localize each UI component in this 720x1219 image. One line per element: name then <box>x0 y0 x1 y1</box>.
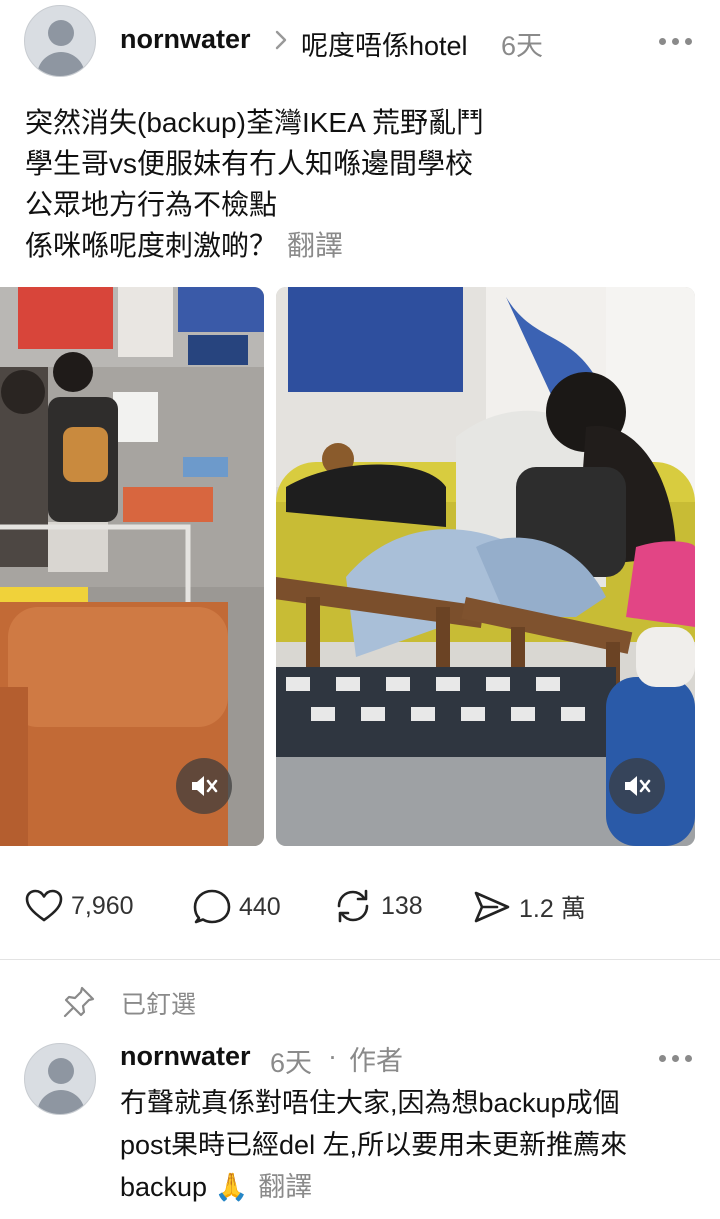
chevron-right-icon <box>274 28 288 57</box>
post-body: 突然消失(backup)荃灣IKEA 荒野亂鬥 學生哥vs便服妹有冇人知喺邊間學… <box>25 102 705 266</box>
send-icon <box>474 891 510 923</box>
mute-toggle-button[interactable] <box>176 758 232 814</box>
more-options-icon[interactable] <box>659 38 692 45</box>
share-button[interactable]: 1.2 萬 <box>473 889 586 925</box>
avatar[interactable] <box>24 1043 96 1115</box>
pray-emoji: 🙏 <box>214 1172 249 1202</box>
mute-icon <box>625 776 651 796</box>
reply-username[interactable]: nornwater <box>120 1041 251 1072</box>
reply-line: 冇聲就真係對唔住大家,因為想backup成個 <box>120 1088 620 1118</box>
repost-button[interactable]: 138 <box>333 888 423 924</box>
pinned-label: 已釘選 <box>121 991 197 1019</box>
community-name[interactable]: 呢度唔係hotel <box>301 24 468 63</box>
reply-line: backup <box>120 1172 208 1202</box>
video-thumbnail-2[interactable] <box>276 287 695 846</box>
mute-toggle-button[interactable] <box>609 758 665 814</box>
comment-count: 440 <box>239 892 281 921</box>
repost-icon <box>337 889 369 923</box>
separator-dot: · <box>328 1041 337 1071</box>
mute-icon <box>192 776 218 796</box>
repost-count: 138 <box>381 891 423 920</box>
comment-button[interactable]: 440 <box>193 889 281 925</box>
translate-link[interactable]: 翻譯 <box>287 230 343 261</box>
comment-icon <box>193 889 231 924</box>
like-count: 7,960 <box>71 891 134 920</box>
share-count: 1.2 萬 <box>519 895 586 923</box>
post-line: 係咪喺呢度刺激啲？ <box>25 230 278 261</box>
reply-line: post果時已經del 左,所以要用未更新推薦來 <box>120 1130 628 1160</box>
translate-link[interactable]: 翻譯 <box>258 1172 312 1202</box>
video-thumbnail-1[interactable] <box>0 287 264 846</box>
heart-icon <box>25 889 63 922</box>
author-badge: 作者 <box>349 1046 403 1076</box>
post-time: 6天 <box>501 31 544 61</box>
post-line: 突然消失(backup)荃灣IKEA 荒野亂鬥 <box>25 107 484 138</box>
more-options-icon[interactable] <box>659 1055 692 1062</box>
post-username[interactable]: nornwater <box>120 24 251 55</box>
divider <box>0 959 720 960</box>
video-frame-1 <box>0 287 264 846</box>
pin-icon <box>62 985 96 1024</box>
reply-time: 6天 <box>270 1048 313 1078</box>
post-line: 學生哥vs便服妹有冇人知喺邊間學校 <box>25 148 474 179</box>
reply-body: 冇聲就真係對唔住大家,因為想backup成個 post果時已經del 左,所以要… <box>120 1082 710 1208</box>
avatar[interactable] <box>24 5 96 77</box>
like-button[interactable]: 7,960 <box>25 889 134 923</box>
post-line: 公眾地方行為不檢點 <box>25 189 278 220</box>
